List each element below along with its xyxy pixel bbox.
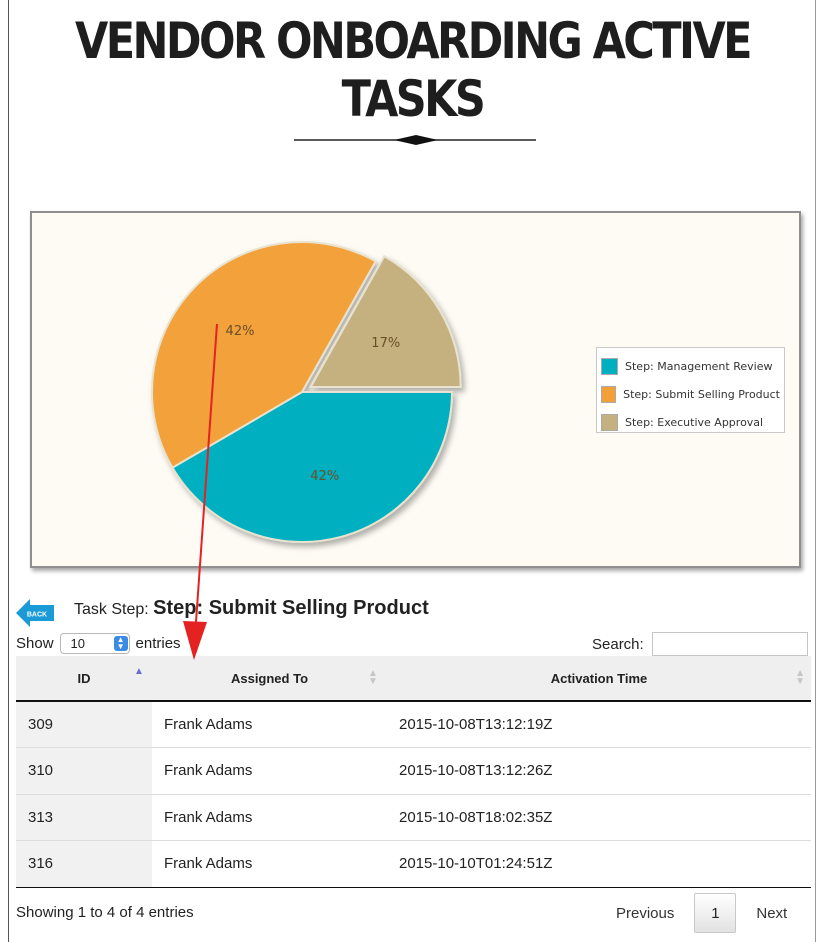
column-header-label: ID xyxy=(77,670,91,686)
cell-activation-time: 2015-10-08T18:02:35Z xyxy=(387,794,811,841)
cell-activation-time: 2015-10-08T13:12:19Z xyxy=(387,701,811,748)
sort-both-icon: ▲ ▼ xyxy=(795,668,805,687)
cell-activation-time: 2015-10-08T13:12:26Z xyxy=(387,747,811,795)
entries-label: entries xyxy=(135,635,181,652)
legend-swatch xyxy=(601,413,618,431)
legend-item-executive-approval: Step: Executive Approval xyxy=(601,408,780,436)
column-header-label: Activation Time xyxy=(550,670,648,686)
back-arrow-icon: BACK xyxy=(16,599,54,627)
table-search: Search: xyxy=(592,632,808,656)
back-label: BACK xyxy=(27,612,47,619)
page-frame-left xyxy=(8,0,9,942)
next-page-button[interactable]: Next xyxy=(740,895,803,932)
legend-item-submit-selling-product: Step: Submit Selling Product xyxy=(601,380,780,408)
back-button[interactable]: BACK xyxy=(16,598,56,628)
column-header-assigned-to[interactable]: Assigned To ▲ ▼ xyxy=(152,656,387,702)
entries-length-control: Show 10 ▲ ▼ entries xyxy=(16,633,181,654)
cell-assigned-to: Frank Adams xyxy=(152,701,387,748)
legend-label: Step: Management Review xyxy=(625,359,773,373)
legend-item-management-review: Step: Management Review xyxy=(601,352,780,380)
table-row[interactable]: 309 Frank Adams 2015-10-08T13:12:19Z xyxy=(16,701,811,748)
column-header-label: Assigned To xyxy=(230,670,309,686)
legend-swatch xyxy=(601,357,618,375)
search-label: Search: xyxy=(592,635,644,653)
previous-page-button[interactable]: Previous xyxy=(600,895,690,932)
cell-id: 316 xyxy=(16,840,152,888)
table-row[interactable]: 310 Frank Adams 2015-10-08T13:12:26Z xyxy=(16,747,811,795)
pagination: Previous 1 Next xyxy=(600,893,803,933)
show-label: Show xyxy=(16,635,54,652)
cell-assigned-to: Frank Adams xyxy=(152,840,387,888)
table-row[interactable]: 316 Frank Adams 2015-10-10T01:24:51Z xyxy=(16,840,811,888)
entries-select[interactable]: 10 ▲ ▼ xyxy=(59,633,130,654)
sort-both-icon: ▲ ▼ xyxy=(368,668,378,687)
legend-swatch xyxy=(601,385,617,403)
pie-slice-label: 42% xyxy=(226,324,255,339)
column-header-id[interactable]: ID ▲ xyxy=(16,656,152,702)
pie-slice-label: 17% xyxy=(371,336,400,351)
pie-slice-label: 42% xyxy=(310,469,339,484)
entries-select-value: 10 xyxy=(70,636,85,651)
title-divider xyxy=(294,135,536,145)
cell-assigned-to: Frank Adams xyxy=(152,747,387,795)
cell-id: 313 xyxy=(16,794,152,841)
cell-id: 309 xyxy=(16,701,152,748)
task-step-heading: Task Step: Step: Submit Selling Product xyxy=(74,597,429,620)
column-header-activation-time[interactable]: Activation Time ▲ ▼ xyxy=(387,656,811,702)
task-step-name: Step: Submit Selling Product xyxy=(153,597,429,619)
task-step-prefix: Task Step: xyxy=(74,601,149,618)
chart-legend: Step: Management Review Step: Submit Sel… xyxy=(596,347,785,433)
tasks-table: ID ▲ Assigned To ▲ ▼ Activation Time ▲ ▼ 3… xyxy=(16,656,811,888)
sort-ascending-icon: ▲ xyxy=(134,666,144,677)
search-input[interactable] xyxy=(651,632,808,656)
table-info: Showing 1 to 4 of 4 entries xyxy=(16,904,194,921)
cell-activation-time: 2015-10-10T01:24:51Z xyxy=(387,840,811,888)
page-frame-right xyxy=(815,0,816,942)
legend-label: Step: Submit Selling Product xyxy=(623,387,780,401)
updown-chevron-icon: ▲ ▼ xyxy=(113,636,128,651)
table-header-row: ID ▲ Assigned To ▲ ▼ Activation Time ▲ ▼ xyxy=(16,656,811,702)
cell-id: 310 xyxy=(16,747,152,795)
cell-assigned-to: Frank Adams xyxy=(152,794,387,841)
page-1-button[interactable]: 1 xyxy=(694,893,737,933)
pie-chart-panel: 42% 42% 17% Step: Management Review Step: … xyxy=(30,211,801,568)
legend-label: Step: Executive Approval xyxy=(625,415,764,429)
page-title: VENDOR ONBOARDING ACTIVE TASKS xyxy=(75,12,753,128)
table-row[interactable]: 313 Frank Adams 2015-10-08T18:02:35Z xyxy=(16,794,811,841)
